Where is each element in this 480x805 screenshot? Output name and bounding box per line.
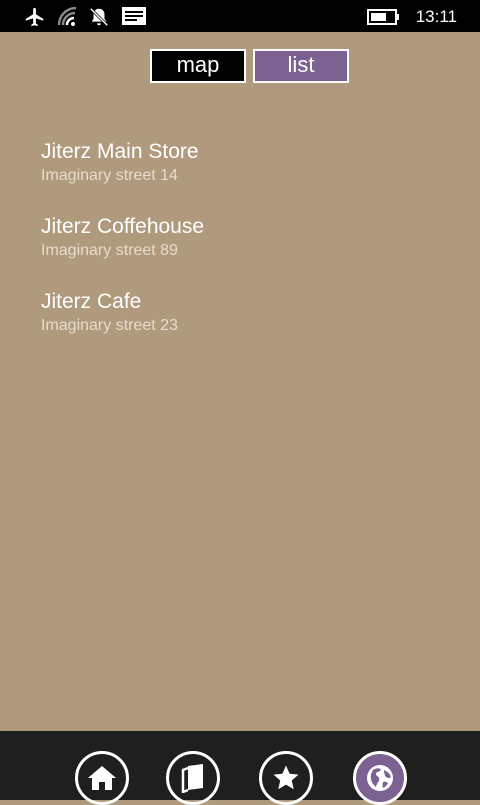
location-name: Jiterz Coffehouse bbox=[41, 215, 205, 238]
clock: 13:11 bbox=[415, 7, 457, 26]
locations-icon bbox=[367, 765, 393, 791]
location-address: Imaginary street 23 bbox=[41, 317, 178, 334]
list-item[interactable]: Jiterz Main Store Imaginary street 14 bbox=[41, 139, 199, 186]
location-name: Jiterz Main Store bbox=[41, 140, 199, 163]
list-toggle-button[interactable]: list bbox=[253, 49, 349, 83]
locations-button[interactable] bbox=[353, 751, 407, 805]
map-toggle-button[interactable]: map bbox=[150, 49, 246, 83]
location-name: Jiterz Cafe bbox=[41, 290, 142, 313]
list-item[interactable]: Jiterz Coffehouse Imaginary street 89 bbox=[41, 214, 204, 261]
favorites-icon bbox=[273, 765, 299, 790]
message-icon bbox=[121, 6, 147, 30]
battery-icon bbox=[367, 9, 401, 29]
menu-button[interactable] bbox=[166, 751, 220, 805]
menu-icon bbox=[181, 764, 203, 793]
app-bar bbox=[0, 731, 480, 805]
alarm-off-icon bbox=[88, 6, 110, 32]
favorites-button[interactable] bbox=[259, 751, 313, 805]
home-button[interactable] bbox=[75, 751, 129, 805]
list-item[interactable]: Jiterz Cafe Imaginary street 23 bbox=[41, 289, 178, 336]
airplane-icon bbox=[24, 6, 46, 32]
wifi-icon bbox=[56, 6, 80, 32]
status-bar: 13:11 bbox=[0, 0, 480, 32]
location-address: Imaginary street 14 bbox=[41, 167, 178, 184]
location-address: Imaginary street 89 bbox=[41, 242, 178, 259]
home-icon bbox=[88, 766, 116, 790]
